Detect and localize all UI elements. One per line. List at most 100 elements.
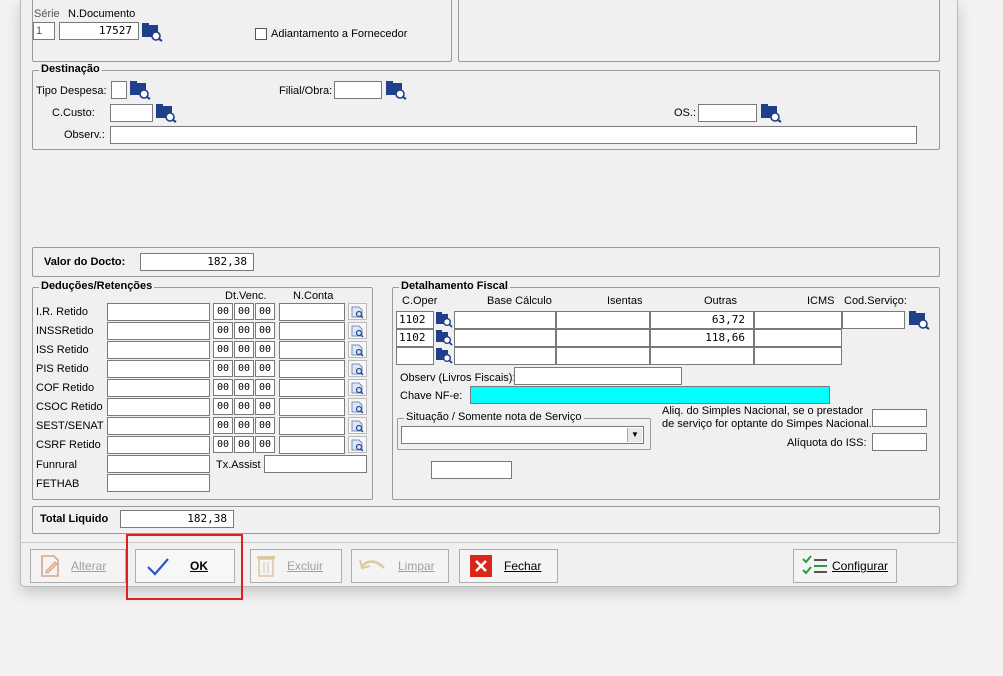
deducao-day-input[interactable]: 00 bbox=[213, 417, 233, 434]
deducao-day-input[interactable]: 00 bbox=[213, 436, 233, 453]
deducao-nconta-input[interactable] bbox=[279, 436, 345, 454]
tipo-despesa-input[interactable] bbox=[111, 81, 127, 99]
deducao-month-input[interactable]: 00 bbox=[234, 398, 254, 415]
observ-livros-input[interactable] bbox=[514, 367, 682, 385]
deducao-day-input[interactable]: 00 bbox=[213, 322, 233, 339]
deducao-nconta-input[interactable] bbox=[279, 322, 345, 340]
deducao-year-input[interactable]: 00 bbox=[255, 322, 275, 339]
deducao-nconta-input[interactable] bbox=[279, 379, 345, 397]
base-calculo-cell[interactable] bbox=[454, 329, 556, 347]
deducao-value-input[interactable] bbox=[107, 322, 210, 340]
deducao-year-input[interactable]: 00 bbox=[255, 360, 275, 377]
deducao-month-input[interactable]: 00 bbox=[234, 417, 254, 434]
excluir-button[interactable]: Excluir bbox=[250, 549, 342, 583]
observ-livros-label: Observ (Livros Fiscais): bbox=[400, 372, 516, 384]
coper-cell[interactable]: 1102 bbox=[396, 311, 434, 329]
filial-obra-lookup-icon[interactable] bbox=[385, 80, 407, 100]
aliquota-iss-input[interactable] bbox=[872, 433, 927, 451]
deducao-value-input[interactable] bbox=[107, 360, 210, 378]
ccusto-lookup-icon[interactable] bbox=[155, 103, 177, 123]
deducao-day-input[interactable]: 00 bbox=[213, 341, 233, 358]
base-calculo-cell[interactable] bbox=[454, 347, 556, 365]
os-input[interactable] bbox=[698, 104, 757, 122]
deducao-nconta-input[interactable] bbox=[279, 360, 345, 378]
deducao-value-input[interactable] bbox=[107, 398, 210, 416]
chevron-down-icon[interactable]: ▼ bbox=[627, 428, 642, 442]
account-lookup-icon[interactable] bbox=[348, 303, 367, 320]
chave-nfe-input[interactable] bbox=[470, 386, 830, 404]
valor-docto-input[interactable]: 182,38 bbox=[140, 253, 254, 271]
situacao-select[interactable]: ▼ bbox=[401, 426, 644, 444]
isentas-cell[interactable] bbox=[556, 347, 650, 365]
account-lookup-icon[interactable] bbox=[348, 379, 367, 396]
deducao-day-input[interactable]: 00 bbox=[213, 379, 233, 396]
isentas-cell[interactable] bbox=[556, 311, 650, 329]
codservico-input[interactable] bbox=[842, 311, 905, 329]
deducao-month-input[interactable]: 00 bbox=[234, 341, 254, 358]
close-icon bbox=[470, 555, 492, 577]
deducao-year-input[interactable]: 00 bbox=[255, 379, 275, 396]
coper-lookup-icon[interactable] bbox=[435, 347, 453, 364]
account-lookup-icon[interactable] bbox=[348, 417, 367, 434]
account-lookup-icon[interactable] bbox=[348, 322, 367, 339]
deducao-nconta-input[interactable] bbox=[279, 341, 345, 359]
coper-cell[interactable]: 1102 bbox=[396, 329, 434, 347]
coper-lookup-icon[interactable] bbox=[435, 329, 453, 346]
icms-cell[interactable] bbox=[754, 347, 842, 365]
base-calculo-cell[interactable] bbox=[454, 311, 556, 329]
deducao-day-input[interactable]: 00 bbox=[213, 398, 233, 415]
icms-cell[interactable] bbox=[754, 329, 842, 347]
deducao-day-input[interactable]: 00 bbox=[213, 303, 233, 320]
limpar-button[interactable]: Limpar bbox=[351, 549, 449, 583]
outras-cell[interactable]: 63,72 bbox=[650, 311, 754, 329]
deducao-value-input[interactable] bbox=[107, 417, 210, 435]
account-lookup-icon[interactable] bbox=[348, 360, 367, 377]
extra-input[interactable] bbox=[431, 461, 512, 479]
deducao-nconta-input[interactable] bbox=[279, 417, 345, 435]
deducao-value-input[interactable] bbox=[107, 303, 210, 321]
os-lookup-icon[interactable] bbox=[760, 103, 782, 123]
account-lookup-icon[interactable] bbox=[348, 436, 367, 453]
deducao-month-input[interactable]: 00 bbox=[234, 322, 254, 339]
deducao-year-input[interactable]: 00 bbox=[255, 341, 275, 358]
deducao-nconta-input[interactable] bbox=[279, 303, 345, 321]
deducao-month-input[interactable]: 00 bbox=[234, 436, 254, 453]
account-lookup-icon[interactable] bbox=[348, 398, 367, 415]
deducao-month-input[interactable]: 00 bbox=[234, 303, 254, 320]
isentas-cell[interactable] bbox=[556, 329, 650, 347]
deducao-nconta-input[interactable] bbox=[279, 398, 345, 416]
aliq-simples-input[interactable] bbox=[872, 409, 927, 427]
fethab-input[interactable] bbox=[107, 474, 210, 492]
coper-lookup-icon[interactable] bbox=[435, 311, 453, 328]
adiantamento-checkbox[interactable] bbox=[255, 28, 267, 40]
total-input[interactable]: 182,38 bbox=[120, 510, 234, 528]
observ-input[interactable] bbox=[110, 126, 917, 144]
deducao-day-input[interactable]: 00 bbox=[213, 360, 233, 377]
configurar-button[interactable]: Configurar bbox=[793, 549, 897, 583]
deducao-year-input[interactable]: 00 bbox=[255, 436, 275, 453]
deducao-value-input[interactable] bbox=[107, 436, 210, 454]
ndocumento-lookup-icon[interactable] bbox=[141, 22, 163, 42]
codservico-lookup-icon[interactable] bbox=[908, 310, 930, 330]
serie-input[interactable]: 1 bbox=[33, 22, 55, 40]
outras-cell[interactable]: 118,66 bbox=[650, 329, 754, 347]
tx-assist-input[interactable] bbox=[264, 455, 367, 473]
coper-cell[interactable] bbox=[396, 347, 434, 365]
deducao-year-input[interactable]: 00 bbox=[255, 303, 275, 320]
fechar-button[interactable]: Fechar bbox=[459, 549, 558, 583]
outras-cell[interactable] bbox=[650, 347, 754, 365]
icms-cell[interactable] bbox=[754, 311, 842, 329]
tipo-despesa-lookup-icon[interactable] bbox=[129, 80, 151, 100]
deducao-year-input[interactable]: 00 bbox=[255, 417, 275, 434]
ccusto-input[interactable] bbox=[110, 104, 153, 122]
alterar-button[interactable]: Alterar bbox=[30, 549, 126, 583]
account-lookup-icon[interactable] bbox=[348, 341, 367, 358]
ndocumento-input[interactable]: 17527 bbox=[59, 22, 139, 40]
deducao-value-input[interactable] bbox=[107, 379, 210, 397]
filial-obra-input[interactable] bbox=[334, 81, 382, 99]
deducao-year-input[interactable]: 00 bbox=[255, 398, 275, 415]
funrural-input[interactable] bbox=[107, 455, 210, 473]
deducao-value-input[interactable] bbox=[107, 341, 210, 359]
deducao-month-input[interactable]: 00 bbox=[234, 379, 254, 396]
deducao-month-input[interactable]: 00 bbox=[234, 360, 254, 377]
